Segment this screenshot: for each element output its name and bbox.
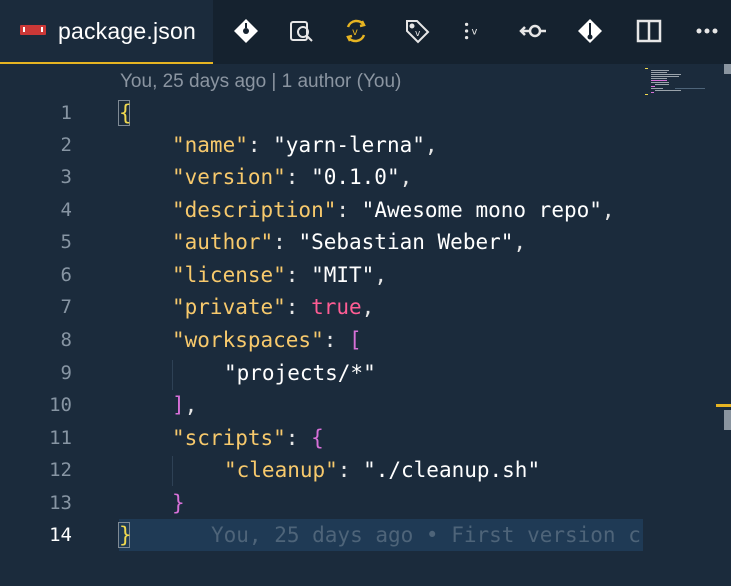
line-number: 1 — [60, 102, 72, 124]
line-number: 14 — [49, 524, 72, 546]
code-text: "author": "Sebastian Weber", — [172, 230, 527, 254]
line-number: 10 — [49, 394, 72, 416]
more-actions-icon[interactable]: v — [457, 16, 491, 46]
previous-change-icon[interactable] — [518, 16, 548, 46]
line-number: 5 — [60, 231, 72, 253]
line-number: 13 — [49, 492, 72, 514]
svg-text:v: v — [472, 26, 478, 37]
code-line: 6 "license": "MIT", — [0, 259, 731, 291]
code-text: "license": "MIT", — [172, 263, 387, 287]
line-number: 3 — [60, 166, 72, 188]
code-line: 3 "version": "0.1.0", — [0, 161, 731, 193]
vertical-scrollbar-thumb[interactable] — [724, 410, 731, 430]
codelens-blame-header[interactable]: You, 25 days ago | 1 author (You) — [120, 71, 401, 93]
code-line: 9 "projects/*" — [0, 357, 731, 389]
code-text: } — [172, 491, 185, 515]
minimap[interactable] — [645, 64, 725, 124]
code-text: "name": "yarn-lerna", — [172, 133, 438, 157]
git-commit-icon[interactable] — [231, 16, 261, 46]
line-number: 7 — [60, 296, 72, 318]
scrollbar-thumb-top[interactable] — [724, 64, 731, 74]
line-number: 11 — [49, 427, 72, 449]
code-text: "projects/*" — [224, 361, 376, 385]
editor-tab-bar: package.json v v v — [0, 0, 731, 64]
code-text: "workspaces": [ — [172, 328, 362, 352]
scrollbar-change-marker — [716, 404, 731, 407]
svg-text:v: v — [415, 29, 421, 39]
code-line: 7 "private": true, — [0, 291, 731, 323]
line-number: 4 — [60, 199, 72, 221]
code-line: 13 } — [0, 487, 731, 519]
svg-text:v: v — [352, 27, 358, 38]
compare-icon[interactable] — [286, 16, 316, 46]
sync-icon[interactable]: v — [341, 16, 371, 46]
code-line: 5 "author": "Sebastian Weber", — [0, 226, 731, 258]
code-text: "version": "0.1.0", — [172, 165, 413, 189]
code-text: { — [119, 101, 132, 125]
code-line: 1 { — [0, 97, 731, 129]
line-number: 8 — [60, 329, 72, 351]
code-text: } — [119, 523, 132, 547]
code-line: 2 "name": "yarn-lerna", — [0, 129, 731, 161]
code-line: 12 "cleanup": "./cleanup.sh" — [0, 454, 731, 486]
git-compare-icon[interactable] — [575, 16, 605, 46]
code-line: 10 ], — [0, 389, 731, 421]
tag-icon[interactable]: v — [402, 16, 432, 46]
code-text: "description": "Awesome mono repo", — [172, 198, 615, 222]
line-number: 9 — [60, 362, 72, 384]
npm-file-icon — [20, 25, 46, 35]
code-text: ], — [172, 393, 198, 417]
code-line: 4 "description": "Awesome mono repo", — [0, 194, 731, 226]
line-number: 2 — [60, 134, 72, 156]
line-number: 6 — [60, 264, 72, 286]
code-text: "cleanup": "./cleanup.sh" — [224, 458, 541, 482]
code-text: "private": true, — [172, 295, 375, 319]
code-text: "scripts": { — [172, 426, 324, 450]
line-number: 12 — [49, 459, 72, 481]
code-line: 11 "scripts": { — [0, 422, 731, 454]
tab-title: package.json — [58, 18, 196, 44]
ellipsis-icon[interactable] — [692, 16, 722, 46]
tab-package-json[interactable]: package.json — [0, 0, 213, 64]
code-line: 8 "workspaces": [ — [0, 324, 731, 356]
split-editor-icon[interactable] — [634, 16, 664, 46]
inline-blame-annotation: You, 25 days ago • First version c — [211, 523, 641, 547]
